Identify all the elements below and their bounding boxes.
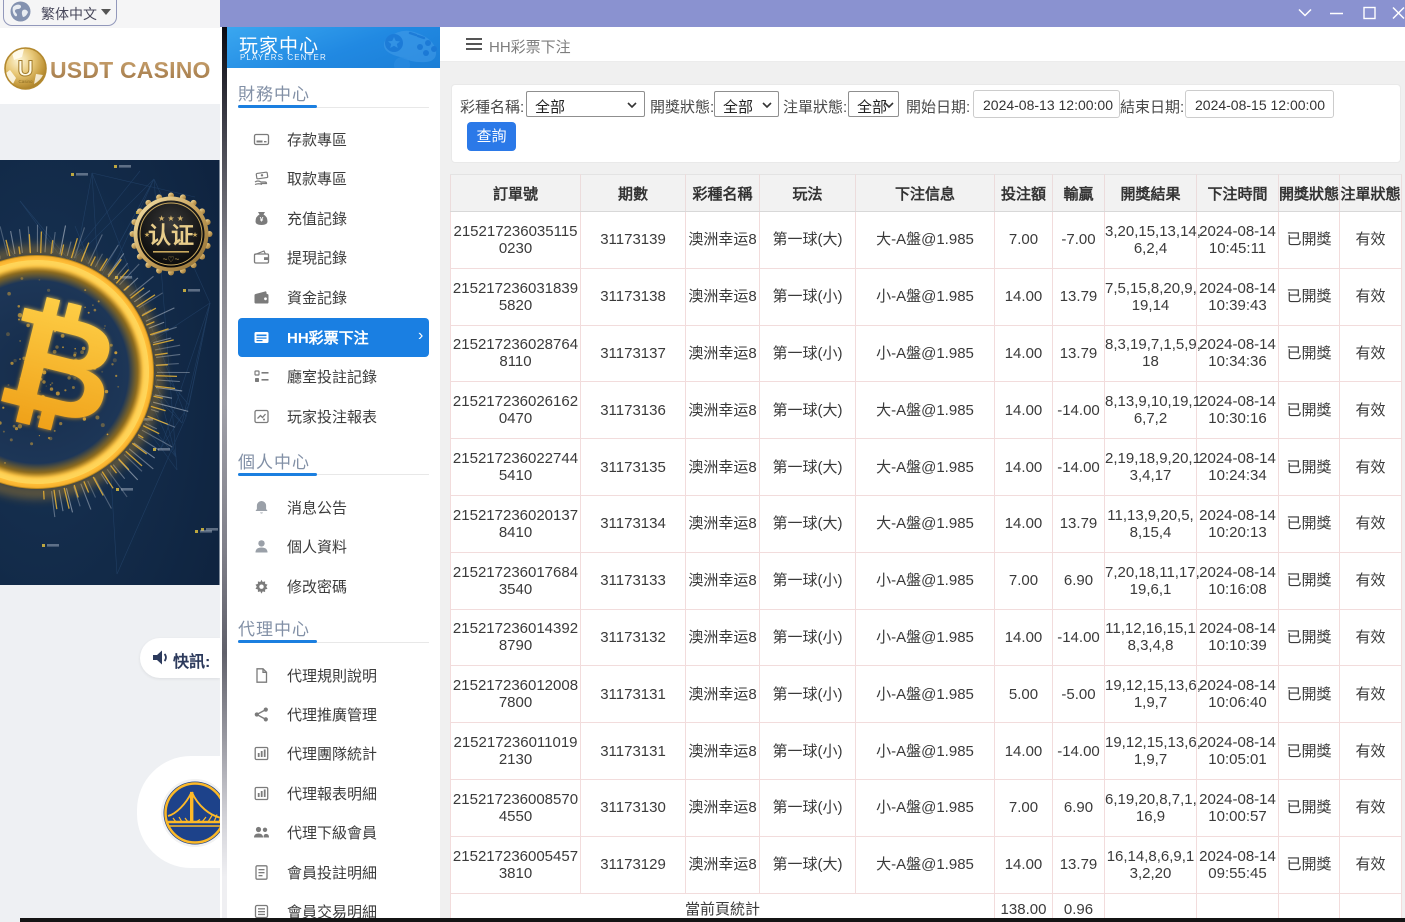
svg-text:★: ★ [144, 231, 150, 239]
svg-text:Casino: Casino [18, 79, 33, 84]
svg-text:★: ★ [192, 231, 198, 239]
svg-text:U: U [18, 56, 34, 81]
svg-text:认证: 认证 [148, 222, 194, 248]
svg-text:~♡~: ~♡~ [163, 255, 180, 264]
svg-text:¥: ¥ [260, 216, 264, 223]
